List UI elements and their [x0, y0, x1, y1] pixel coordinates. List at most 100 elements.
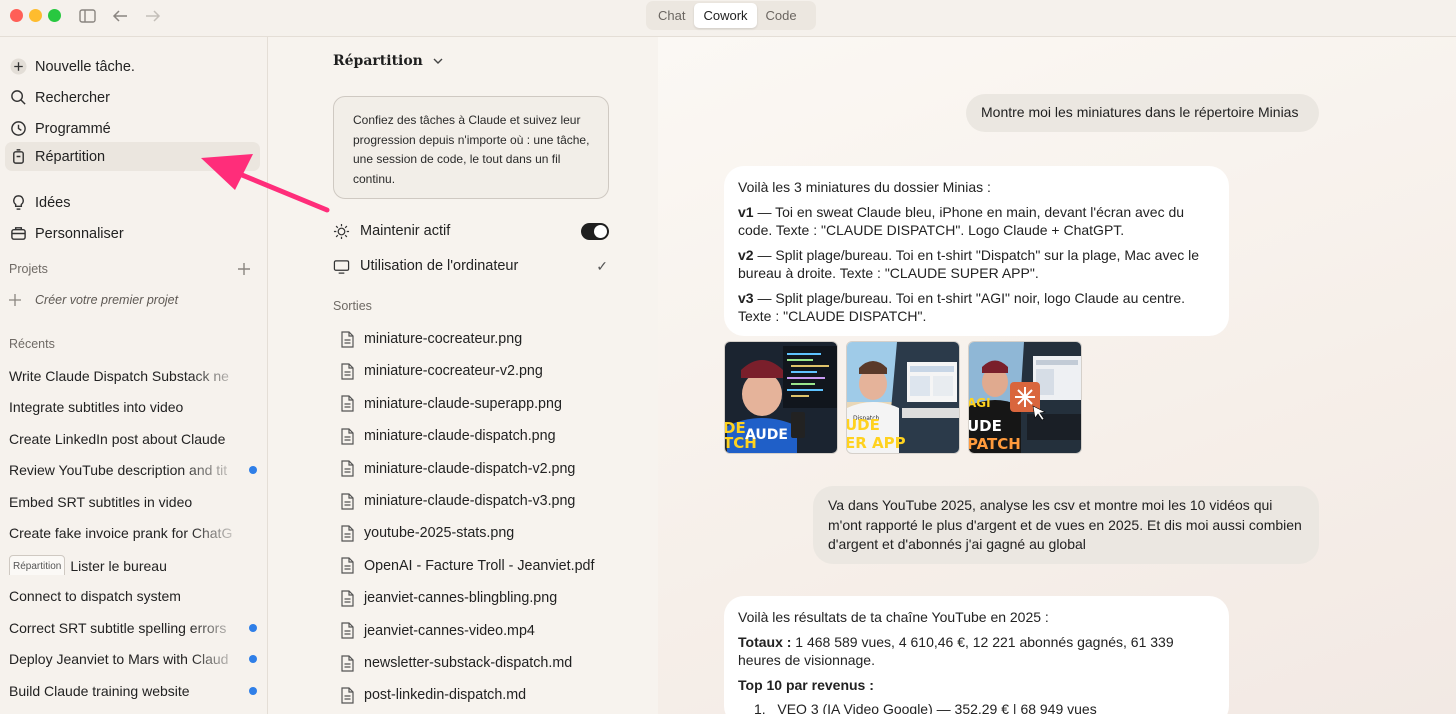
item-text: VEO 3 (IA Video Google) — 352,29 € | 68 …: [777, 701, 1097, 714]
unread-dot: [249, 687, 257, 695]
nav-label: Personnaliser: [35, 225, 124, 242]
thumbnail-v3[interactable]: AGI UDE PATCH: [968, 341, 1082, 454]
output-file[interactable]: OpenAI - Facture Troll - Jeanviet.pdf: [340, 555, 594, 577]
file-name: miniature-cocreateur.png: [364, 331, 523, 347]
forward-arrow-icon[interactable]: [143, 6, 163, 26]
user-message: Va dans YouTube 2025, analyse les csv et…: [813, 486, 1319, 564]
user-message-text: Montre moi les miniatures dans le répert…: [981, 104, 1299, 120]
nav-label: Idées: [35, 194, 71, 211]
briefcase-icon: [9, 225, 27, 243]
mode-switcher: Chat Cowork Code: [646, 1, 816, 30]
close-window-button[interactable]: [10, 9, 23, 22]
sidebar-item-search[interactable]: Rechercher: [5, 83, 260, 112]
create-project-button[interactable]: Créer votre premier projet: [8, 293, 178, 307]
version-text: — Split plage/bureau. Toi en t-shirt "AG…: [738, 289, 1186, 325]
computer-use-row: Utilisation de l'ordinateur ✓: [333, 255, 609, 277]
info-text: Confiez des tâches à Claude et suivez le…: [353, 113, 590, 186]
top10-heading: Top 10 par revenus :: [738, 676, 874, 693]
output-file[interactable]: miniature-claude-dispatch-v3.png: [340, 490, 575, 512]
minimize-window-button[interactable]: [29, 9, 42, 22]
sun-icon: [333, 223, 350, 239]
recent-item[interactable]: Integrate subtitles into video: [9, 397, 244, 417]
totals-label: Totaux :: [738, 633, 792, 650]
back-arrow-icon[interactable]: [110, 6, 130, 26]
file-icon: [341, 622, 354, 639]
thumbnail-desc: v2 — Split plage/bureau. Toi en t-shirt …: [738, 246, 1215, 283]
version-key: v2: [738, 246, 754, 263]
thumbnail-caption: UDE: [847, 416, 880, 434]
output-file[interactable]: jeanviet-cannes-video.mp4: [340, 620, 535, 642]
recent-item[interactable]: Build Claude training website: [9, 681, 244, 701]
output-file[interactable]: youtube-2025-stats.png: [340, 522, 514, 544]
fade-overlay: [190, 366, 244, 386]
file-name: youtube-2025-stats.png: [364, 525, 515, 542]
monitor-icon: [333, 259, 350, 274]
sidebar-toggle-icon[interactable]: [77, 6, 97, 26]
add-project-icon[interactable]: [236, 261, 252, 277]
file-name: miniature-cocreateur-v2.png: [364, 363, 543, 380]
output-file[interactable]: jeanviet-cannes-blingbling.png: [340, 587, 557, 609]
output-file[interactable]: miniature-claude-dispatch.png: [340, 425, 556, 447]
tab-cowork[interactable]: Cowork: [694, 3, 757, 28]
output-file[interactable]: newsletter-substack-dispatch.md: [340, 652, 572, 674]
check-icon[interactable]: ✓: [596, 258, 608, 275]
keep-active-label: Maintenir actif: [360, 223, 451, 239]
tab-code[interactable]: Code: [757, 3, 806, 28]
nav-label: Répartition: [35, 148, 106, 165]
plus-icon: [9, 58, 27, 76]
output-file[interactable]: miniature-cocreateur.png: [340, 328, 522, 350]
nav-label: Nouvelle tâche.: [35, 58, 135, 75]
thumbnail-v2[interactable]: Dispatch UDE ER APP: [846, 341, 960, 454]
output-file[interactable]: post-linkedin-dispatch.md: [340, 684, 526, 706]
thumbnail-desc: v3 — Split plage/bureau. Toi en t-shirt …: [738, 289, 1215, 326]
keep-active-row: Maintenir actif: [333, 220, 609, 242]
version-key: v3: [738, 289, 754, 306]
totals-line: Totaux : 1 468 589 vues, 4 610,46 €, 12 …: [738, 633, 1215, 670]
file-icon: [341, 460, 354, 477]
new-task-button[interactable]: Nouvelle tâche.: [5, 52, 260, 81]
nav-label: Programmé: [35, 120, 111, 137]
info-card: Confiez des tâches à Claude et suivez le…: [333, 96, 609, 199]
tab-chat[interactable]: Chat: [649, 3, 694, 28]
output-file[interactable]: miniature-claude-superapp.png: [340, 393, 562, 415]
assistant-intro: Voilà les résultats de ta chaîne YouTube…: [738, 609, 1049, 625]
file-name: jeanviet-cannes-video.mp4: [364, 622, 535, 639]
outputs-label: Sorties: [333, 299, 372, 313]
file-icon: [341, 428, 354, 445]
file-icon: [341, 525, 354, 542]
thumbnail-v1[interactable]: TCH DE AUDE: [724, 341, 838, 454]
recent-item[interactable]: Create LinkedIn post about Claude: [9, 429, 244, 449]
keep-active-toggle[interactable]: [581, 222, 609, 240]
file-name: post-linkedin-dispatch.md: [364, 687, 527, 704]
computer-use-label: Utilisation de l'ordinateur: [360, 258, 519, 274]
recent-item[interactable]: Connect to dispatch system: [9, 586, 244, 606]
recent-item[interactable]: Embed SRT subtitles in video: [9, 492, 244, 512]
version-key: v1: [738, 203, 754, 220]
assistant-message: Voilà les 3 miniatures du dossier Minias…: [724, 166, 1229, 336]
chevron-down-icon: [433, 58, 443, 64]
zoom-window-button[interactable]: [48, 9, 61, 22]
lightbulb-icon: [9, 194, 27, 212]
panel-title-dropdown[interactable]: Répartition: [333, 53, 444, 69]
version-text: — Toi en sweat Claude bleu, iPhone en ma…: [738, 203, 1185, 239]
sidebar-item-customize[interactable]: Personnaliser: [5, 219, 260, 248]
fade-overlay: [190, 618, 244, 638]
file-icon: [341, 654, 354, 672]
fade-overlay: [190, 523, 244, 543]
output-file[interactable]: miniature-cocreateur-v2.png: [340, 360, 543, 382]
file-name: miniature-claude-dispatch.png: [364, 428, 556, 445]
output-file[interactable]: miniature-claude-dispatch-v2.png: [340, 458, 575, 480]
user-message-text: Va dans YouTube 2025, analyse les csv et…: [828, 497, 1302, 552]
file-name: miniature-claude-dispatch-v3.png: [364, 493, 576, 509]
recent-item[interactable]: Répartition Lister le bureau: [9, 555, 244, 575]
sidebar-item-scheduled[interactable]: Programmé: [5, 114, 260, 143]
item-number: 1.: [754, 701, 766, 714]
user-message: Montre moi les miniatures dans le répert…: [966, 94, 1319, 132]
recent-item-label: Lister le bureau: [70, 558, 167, 574]
shirt-text: AGI: [969, 396, 991, 410]
file-icon: [341, 330, 354, 348]
projects-label: Projets: [9, 262, 48, 276]
unread-dot: [249, 624, 257, 632]
annotation-arrow-icon: [201, 154, 330, 213]
dispatch-icon: [9, 148, 27, 166]
